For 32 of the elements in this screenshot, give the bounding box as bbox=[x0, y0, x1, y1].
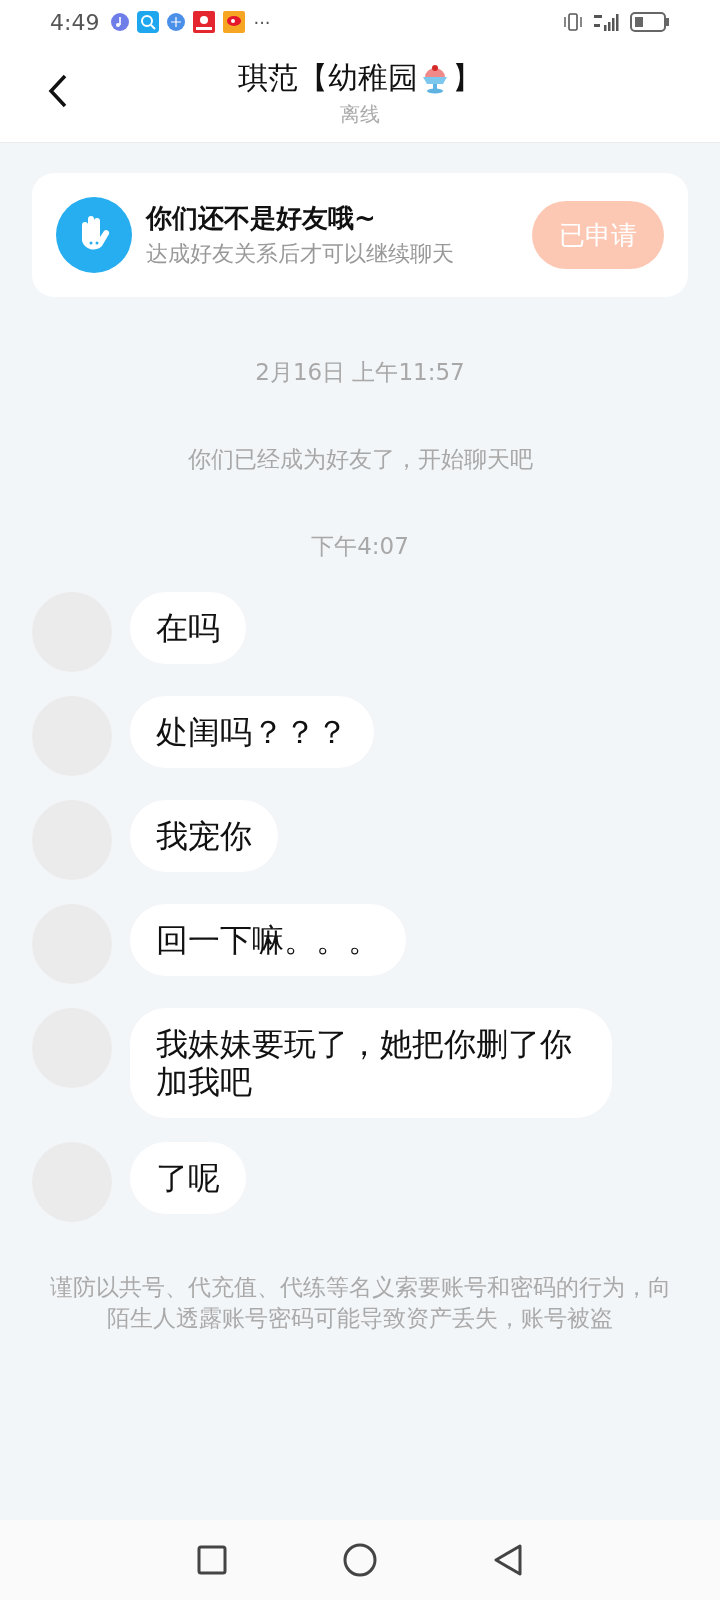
back-icon bbox=[48, 74, 68, 108]
back-nav-icon[interactable] bbox=[492, 1543, 524, 1577]
shaved-ice-icon bbox=[420, 62, 450, 95]
requested-button[interactable]: 已申请 bbox=[532, 201, 664, 269]
search-app-icon bbox=[137, 11, 160, 33]
signal-icon bbox=[592, 12, 622, 32]
back-button[interactable] bbox=[48, 74, 68, 108]
card-description: 达成好友关系后才可以继续聊天 bbox=[146, 240, 455, 269]
chat-title-bracket: 】 bbox=[452, 59, 482, 97]
recent-apps-icon[interactable] bbox=[196, 1544, 228, 1576]
video-app-icon bbox=[193, 11, 216, 33]
chat-title: 琪范【幼稚园 bbox=[238, 59, 418, 97]
message-bubble: 了呢 bbox=[130, 1142, 246, 1214]
status-time: 4:49 bbox=[50, 9, 100, 35]
music-app-icon bbox=[111, 13, 130, 31]
message-bubble: 回一下嘛。。。 bbox=[130, 904, 406, 976]
card-title: 你们还不是好友哦~ bbox=[146, 202, 377, 236]
more-notifications: ··· bbox=[253, 11, 271, 33]
system-message: 你们已经成为好友了，开始聊天吧 bbox=[187, 445, 533, 474]
waving-hand-icon bbox=[56, 197, 132, 273]
message-bubble: 我宠你 bbox=[130, 800, 278, 872]
globe-app-icon bbox=[167, 13, 186, 31]
online-status: 离线 bbox=[340, 101, 380, 128]
message-bubble: 在吗 bbox=[130, 592, 246, 664]
battery-icon bbox=[630, 11, 670, 33]
message-bubble: 处闺吗？？？ bbox=[130, 696, 374, 768]
security-warning: 谨防以共号、代充值、代练等名义索要账号和密码的行为，向陌生人透露账号密码可能导致资产丢失，账号被盗 bbox=[48, 1273, 672, 1333]
vibrate-icon bbox=[562, 12, 584, 32]
home-icon[interactable] bbox=[343, 1543, 377, 1577]
timestamp: 下午4:07 bbox=[311, 532, 409, 561]
timestamp: 2月16日 上午11:57 bbox=[255, 358, 465, 387]
message-bubble: 我妹妹要玩了，她把你删了你加我吧 bbox=[130, 1008, 612, 1118]
